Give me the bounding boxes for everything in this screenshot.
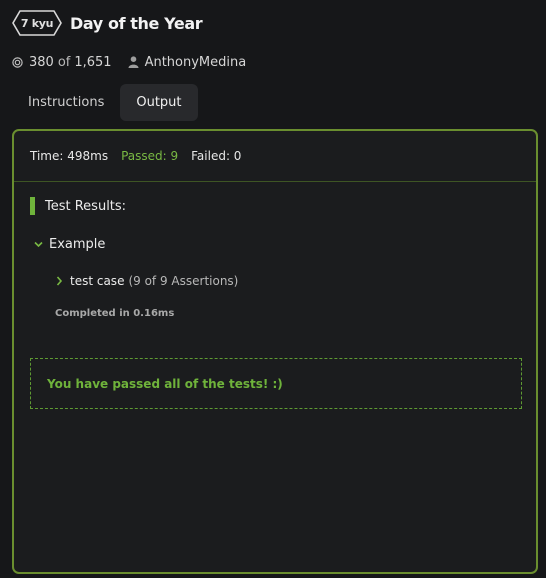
completions-total[interactable]: 1,651 <box>74 55 111 70</box>
test-case-label: test case <box>70 274 125 288</box>
test-stats-bar: Time: 498ms Passed: 9 Failed: 0 <box>14 131 536 182</box>
tab-instructions[interactable]: Instructions <box>12 84 120 121</box>
chevron-right-icon[interactable] <box>55 276 64 286</box>
output-panel: Time: 498ms Passed: 9 Failed: 0 Test Res… <box>12 129 538 574</box>
success-message-box: You have passed all of the tests! :) <box>30 358 522 409</box>
completions-count[interactable]: 380 <box>29 55 54 70</box>
user-icon <box>128 56 139 68</box>
test-group-label: Example <box>49 237 106 252</box>
kata-header: 7 kyu Day of the Year <box>12 10 203 36</box>
author-link[interactable]: AnthonyMedina <box>145 55 247 70</box>
kata-title: Day of the Year <box>70 13 203 33</box>
test-case-assertions: (9 of 9 Assertions) <box>128 274 239 288</box>
test-results-label: Test Results: <box>45 198 127 214</box>
tab-output[interactable]: Output <box>120 84 198 121</box>
tab-bar: Instructions Output <box>12 84 198 121</box>
rank-label: 7 kyu <box>20 16 54 30</box>
chevron-down-icon[interactable] <box>34 240 43 249</box>
time-stat: Time: 498ms <box>30 149 109 163</box>
completed-time: Completed in 0.16ms <box>55 308 175 319</box>
passed-stat: Passed: 9 <box>121 149 179 163</box>
rank-badge: 7 kyu <box>12 10 62 36</box>
test-results-heading: Test Results: <box>30 197 126 215</box>
test-case-item[interactable]: test case (9 of 9 Assertions) <box>55 274 238 288</box>
success-message: You have passed all of the tests! :) <box>47 376 283 391</box>
heading-accent-bar <box>30 197 35 215</box>
target-icon <box>12 56 23 68</box>
kata-meta: 380 of 1,651 AnthonyMedina <box>12 52 246 72</box>
test-group-example[interactable]: Example <box>34 237 105 252</box>
failed-stat: Failed: 0 <box>191 149 242 163</box>
completions-of: of <box>57 54 71 70</box>
